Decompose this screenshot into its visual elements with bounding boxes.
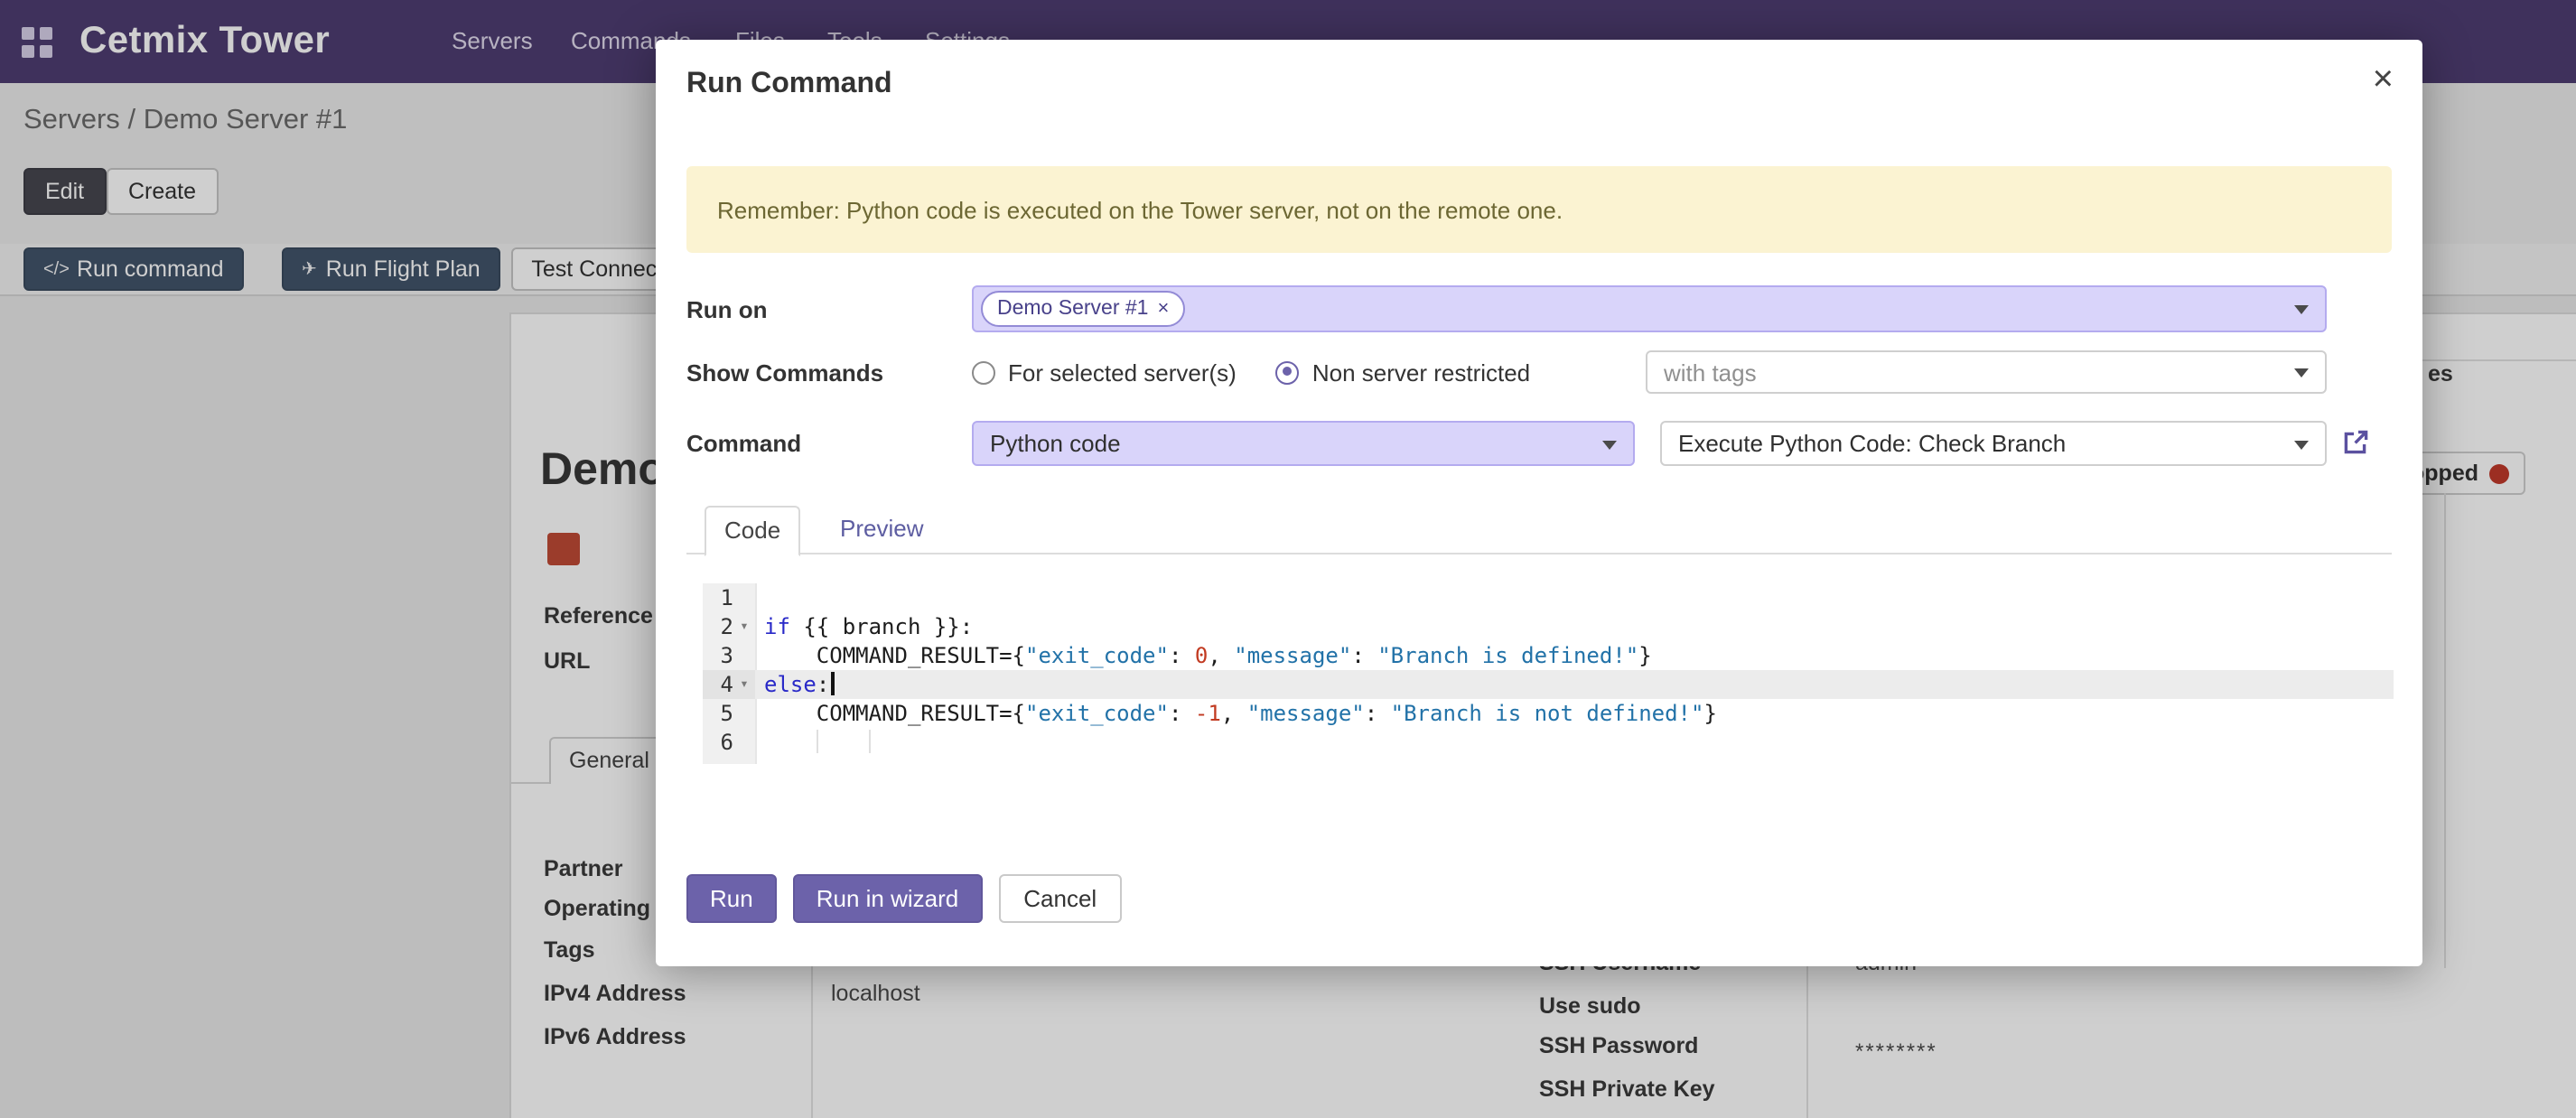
run-on-multiselect[interactable]: Demo Server #1 ×: [972, 285, 2327, 332]
editor-line[interactable]: 1: [703, 583, 2394, 612]
run-on-row: Run on Demo Server #1 ×: [686, 285, 2327, 332]
chevron-down-icon[interactable]: [2294, 368, 2309, 377]
run-in-wizard-button[interactable]: Run in wizard: [793, 874, 983, 923]
fold-arrow-icon[interactable]: ▾: [733, 670, 755, 699]
fold-arrow-icon: [733, 728, 755, 757]
code-editor[interactable]: 12▾if {{ branch }}:3 COMMAND_RESULT={"ex…: [703, 583, 2394, 764]
chevron-down-icon[interactable]: [2294, 440, 2309, 449]
chevron-down-icon[interactable]: [1602, 440, 1617, 449]
gutter-cell: 1: [703, 583, 755, 612]
server-tag-chip[interactable]: Demo Server #1 ×: [981, 291, 1185, 327]
editor-line[interactable]: 3 COMMAND_RESULT={"exit_code": 0, "messa…: [703, 641, 2394, 670]
gutter-cell: 6: [703, 728, 755, 757]
code-line-text: COMMAND_RESULT={"exit_code": 0, "message…: [755, 641, 1652, 670]
code-editor-lines: 12▾if {{ branch }}:3 COMMAND_RESULT={"ex…: [703, 583, 2394, 757]
tab-preview[interactable]: Preview: [822, 506, 942, 553]
fold-arrow-icon: [733, 641, 755, 670]
command-name-value: Execute Python Code: Check Branch: [1678, 430, 2066, 457]
command-type-select[interactable]: Python code: [972, 421, 1635, 466]
run-button[interactable]: Run: [686, 874, 777, 923]
gutter-cell: 5: [703, 699, 755, 728]
alert-text: Remember: Python code is executed on the…: [717, 196, 1563, 223]
python-warning-alert: Remember: Python code is executed on the…: [686, 166, 2392, 253]
fold-arrow-icon[interactable]: ▾: [733, 612, 755, 641]
text-cursor: [831, 672, 835, 695]
command-row: Command Python code Execute Python Code:…: [686, 421, 2327, 466]
editor-line[interactable]: 5 COMMAND_RESULT={"exit_code": -1, "mess…: [703, 699, 2394, 728]
editor-line[interactable]: 2▾if {{ branch }}:: [703, 612, 2394, 641]
fold-arrow-icon: [733, 699, 755, 728]
modal-title: Run Command: [686, 69, 892, 101]
close-icon[interactable]: ×: [2373, 61, 2394, 98]
server-tag-label: Demo Server #1: [997, 298, 1148, 320]
external-link-icon[interactable]: [2341, 428, 2370, 457]
code-line-text: else:: [755, 670, 835, 699]
run-on-label: Run on: [686, 295, 972, 322]
gutter-cell: 4▾: [703, 670, 755, 699]
remove-tag-icon[interactable]: ×: [1157, 298, 1169, 320]
radio-for-selected-servers-label[interactable]: For selected server(s): [1008, 359, 1237, 386]
show-commands-row: Show Commands For selected server(s) Non…: [686, 350, 2327, 394]
radio-for-selected-servers[interactable]: [972, 360, 995, 384]
radio-non-server-restricted[interactable]: [1276, 360, 1300, 384]
tab-code[interactable]: Code: [705, 506, 800, 556]
chevron-down-icon[interactable]: [2294, 305, 2309, 314]
modal-footer: Run Run in wizard Cancel: [686, 874, 1122, 923]
run-command-modal: Run Command × Remember: Python code is e…: [656, 40, 2422, 966]
show-commands-label: Show Commands: [686, 359, 972, 386]
code-line-text: [755, 583, 764, 612]
with-tags-select[interactable]: with tags: [1646, 350, 2327, 394]
command-name-select[interactable]: Execute Python Code: Check Branch: [1660, 421, 2327, 466]
gutter-cell: 2▾: [703, 612, 755, 641]
command-label: Command: [686, 430, 972, 457]
code-line-text: COMMAND_RESULT={"exit_code": -1, "messag…: [755, 699, 1717, 728]
screen: Cetmix Tower Servers Commands Files Tool…: [0, 0, 2576, 1118]
command-type-value: Python code: [990, 430, 1121, 457]
cancel-button[interactable]: Cancel: [998, 874, 1122, 923]
gutter-cell: 3: [703, 641, 755, 670]
radio-non-server-restricted-label[interactable]: Non server restricted: [1312, 359, 1530, 386]
editor-line[interactable]: 4▾else:: [703, 670, 2394, 699]
editor-line[interactable]: 6: [703, 728, 2394, 757]
tabs-underline: [686, 553, 2392, 554]
code-line-text: if {{ branch }}:: [755, 612, 973, 641]
fold-arrow-icon: [733, 583, 755, 612]
with-tags-placeholder: with tags: [1664, 359, 1757, 386]
code-line-text: [755, 728, 764, 757]
